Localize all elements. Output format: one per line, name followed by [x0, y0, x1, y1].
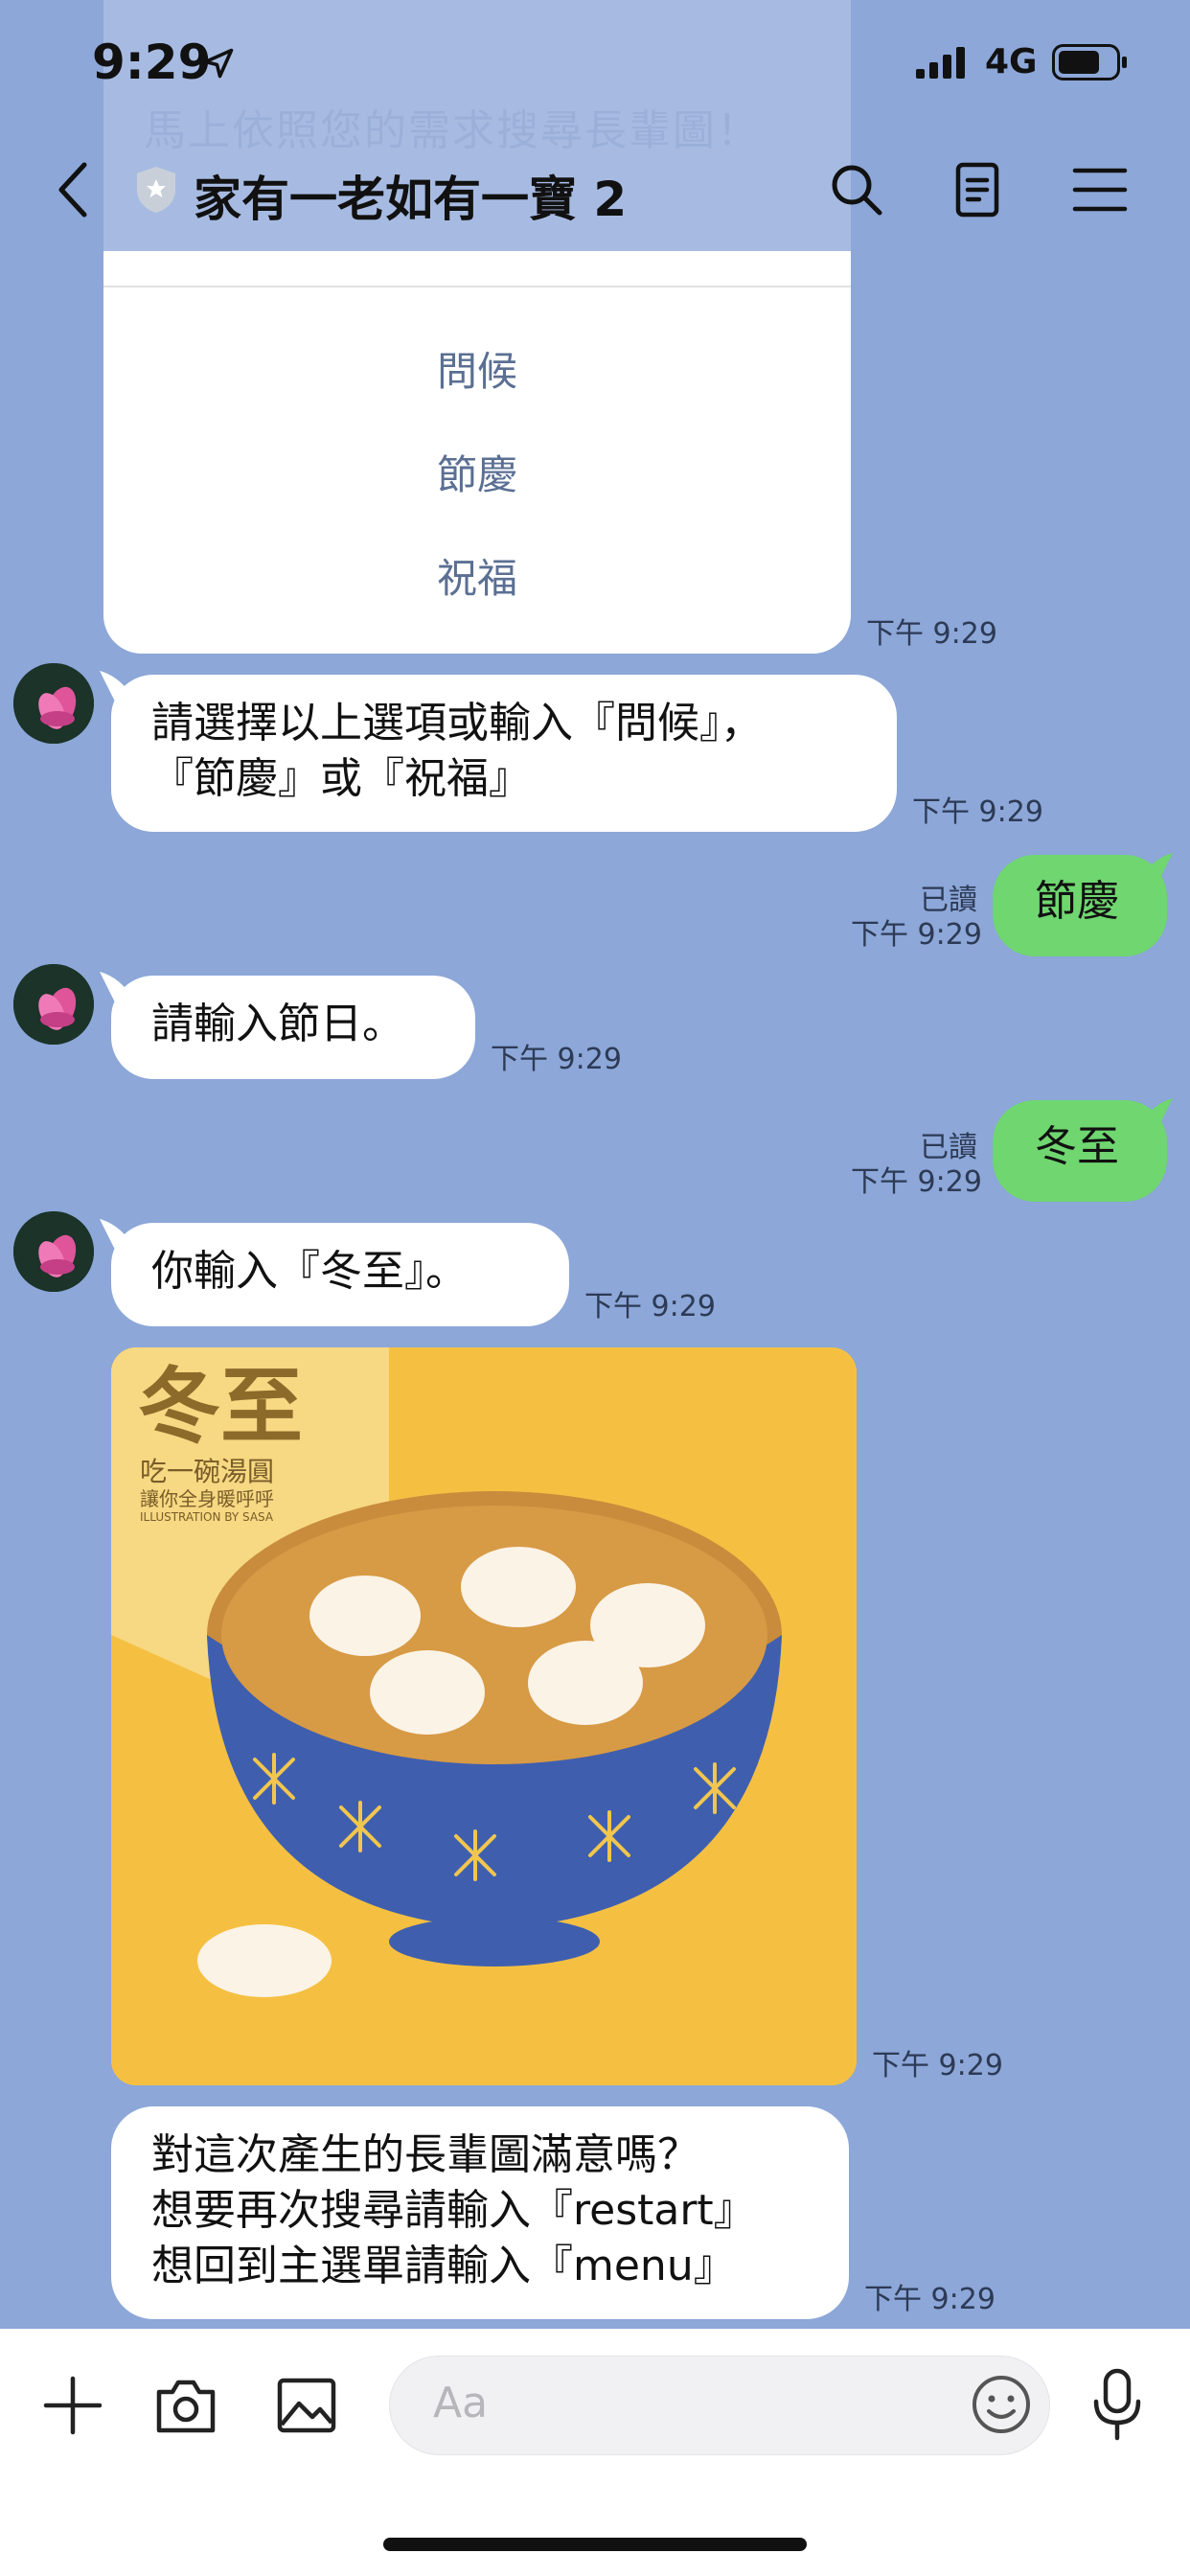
lotus-avatar-icon	[13, 663, 94, 744]
image-caption: 讓你全身暖呼呼	[140, 1487, 274, 1510]
battery-icon	[1052, 44, 1127, 80]
bubble-tail	[1134, 853, 1173, 891]
message-input-placeholder: Aa	[433, 2379, 489, 2427]
message-line: 想要再次搜尋請輸入『restart』	[151, 2186, 756, 2235]
message-time: 下午 9:29	[866, 617, 997, 651]
message-time: 下午 9:29	[851, 1165, 982, 1199]
message-text: 節慶	[1035, 877, 1119, 926]
option-festival[interactable]: 節慶	[103, 443, 851, 501]
back-chevron-icon[interactable]	[54, 159, 92, 220]
shield-icon	[137, 167, 175, 213]
chat-title: 家有一老如有一寶 2	[194, 172, 628, 227]
message-input[interactable]	[389, 2356, 1050, 2455]
message-line: 你輸入『冬至』。	[151, 1247, 468, 1296]
message-time: 下午 9:29	[851, 918, 982, 952]
message-time: 下午 9:29	[912, 795, 1043, 829]
avatar[interactable]	[13, 663, 94, 744]
message-time: 下午 9:29	[584, 1290, 716, 1323]
microphone-icon[interactable]	[1087, 2367, 1148, 2444]
message-line: 請選擇以上選項或輸入『問候』，	[151, 699, 763, 748]
network-type: 4G	[985, 42, 1038, 81]
winter-solstice-image[interactable]: 冬至 吃一碗湯圓 讓你全身暖呼呼 ILLUSTRATION BY SASA	[111, 1347, 857, 2085]
message-time: 下午 9:29	[872, 2049, 1003, 2082]
message-time: 下午 9:29	[491, 1043, 622, 1076]
message-line: 『節慶』或『祝福』	[151, 754, 531, 803]
signal-icon	[916, 47, 965, 79]
bubble-tail	[1134, 1098, 1173, 1137]
avatar[interactable]	[13, 964, 94, 1045]
option-card: 問候 節慶 祝福	[103, 251, 851, 654]
message-bubble: 你輸入『冬至』。	[111, 1223, 569, 1326]
image-title: 冬至	[138, 1359, 303, 1455]
message-bubble: 請輸入節日。	[111, 976, 475, 1079]
previous-message-text: 馬上依照您的需求搜尋長輩圖！	[144, 106, 761, 155]
message-bubble: 請選擇以上選項或輸入『問候』， 『節慶』或『祝福』	[111, 675, 897, 832]
image-credit: ILLUSTRATION BY SASA	[140, 1510, 274, 1524]
location-arrow-icon	[203, 48, 234, 79]
option-greeting[interactable]: 問候	[103, 339, 851, 398]
message-time: 下午 9:29	[864, 2283, 995, 2316]
emoji-icon[interactable]	[970, 2373, 1033, 2436]
image-icon[interactable]	[274, 2373, 339, 2438]
message-line: 請輸入節日。	[151, 1000, 404, 1048]
message-line: 想回到主選單請輸入『menu』	[151, 2242, 736, 2290]
avatar[interactable]	[13, 1211, 94, 1292]
menu-icon[interactable]	[1069, 159, 1131, 220]
lotus-avatar-icon	[13, 1211, 94, 1292]
lotus-avatar-icon	[13, 964, 94, 1045]
notes-icon[interactable]	[947, 159, 1008, 220]
status-time: 9:29	[92, 34, 212, 90]
option-divider	[103, 286, 851, 288]
option-blessing[interactable]: 祝福	[103, 546, 851, 605]
message-text: 冬至	[1035, 1122, 1119, 1171]
message-line: 對這次產生的長輩圖滿意嗎？	[151, 2130, 699, 2179]
search-icon[interactable]	[826, 159, 887, 220]
message-bubble: 對這次產生的長輩圖滿意嗎？ 想要再次搜尋請輸入『restart』 想回到主選單請…	[111, 2106, 849, 2319]
camera-icon[interactable]	[153, 2373, 218, 2438]
plus-icon[interactable]	[42, 2375, 103, 2436]
home-indicator[interactable]	[383, 2538, 807, 2551]
